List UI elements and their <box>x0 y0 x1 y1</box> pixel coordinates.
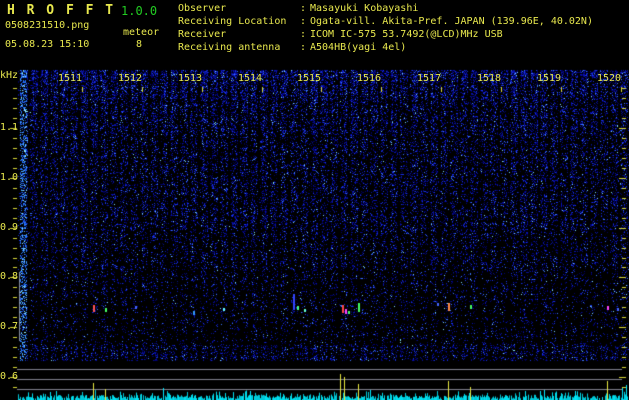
station-row-observer: Observer: Masayuki Kobayashi <box>178 2 593 15</box>
time-label: 1517 <box>417 73 442 84</box>
station-value: Ogata-vill. Akita-Pref. JAPAN (139.96E, … <box>310 16 593 27</box>
time-label: 1518 <box>477 73 502 84</box>
time-label: 1516 <box>357 73 382 84</box>
station-value: Masayuki Kobayashi <box>310 3 419 14</box>
time-label: 1519 <box>537 73 562 84</box>
observation-mode-label: meteor <box>123 27 160 38</box>
freq-label: 0.7 <box>0 321 19 332</box>
station-label: Observer <box>178 3 227 14</box>
station-label: Receiving Location <box>178 16 287 27</box>
colon-separator: : <box>300 29 307 40</box>
colon-separator: : <box>300 3 307 14</box>
hrofft-screen: H R O F F T 1.0.0 0508231510.png meteor … <box>0 0 629 400</box>
spectrogram-canvas <box>0 0 629 400</box>
colon-separator: : <box>300 42 307 53</box>
station-row-antenna: Receiving antenna: A504HB(yagi 4el) <box>178 41 593 54</box>
station-label: Receiver <box>178 29 227 40</box>
station-label: Receiving antenna <box>178 42 281 53</box>
output-filename: 0508231510.png <box>5 20 90 31</box>
station-info: Observer: Masayuki Kobayashi Receiving Lo… <box>178 2 593 54</box>
time-label: 1512 <box>118 73 143 84</box>
time-label: 1514 <box>238 73 263 84</box>
app-title: H R O F F T <box>7 3 116 18</box>
station-value: ICOM IC-575 53.7492(@LCD)MHz USB <box>310 29 503 40</box>
station-row-receiver: Receiver: ICOM IC-575 53.7492(@LCD)MHz US… <box>178 28 593 41</box>
datetime-label: 05.08.23 15:10 <box>5 39 90 50</box>
meteor-count: 8 <box>136 39 143 50</box>
time-label: 1513 <box>178 73 203 84</box>
colon-separator: : <box>300 16 307 27</box>
time-label: 1511 <box>58 73 83 84</box>
freq-label: 1.1 <box>0 122 19 133</box>
freq-label: 0.6 <box>0 371 19 382</box>
station-value: A504HB(yagi 4el) <box>310 42 407 53</box>
freq-label: 0.8 <box>0 271 19 282</box>
freq-label: 0.9 <box>0 222 19 233</box>
time-label: 1515 <box>297 73 322 84</box>
freq-axis-unit: kHz <box>0 70 19 81</box>
freq-label: 1.0 <box>0 172 19 183</box>
station-row-location: Receiving Location: Ogata-vill. Akita-Pre… <box>178 15 593 28</box>
app-version: 1.0.0 <box>121 4 158 18</box>
time-label: 1520 <box>597 73 622 84</box>
